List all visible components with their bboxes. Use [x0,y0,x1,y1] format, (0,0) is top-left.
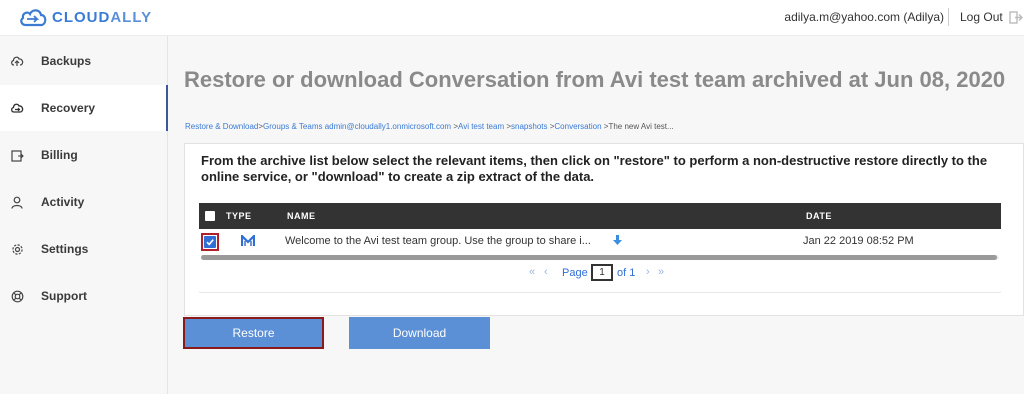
brand-suffix: ALLY [110,8,153,26]
sidebar-item-label: Backups [41,54,92,68]
brand-name: CLOUDALLY [52,9,152,26]
prev-page-icon[interactable]: ‹ [544,266,548,278]
sidebar-item-backups[interactable]: Backups [0,38,168,84]
next-page-icon[interactable]: › [646,266,650,278]
sidebar-item-activity[interactable]: Activity [0,179,168,225]
brand-prefix: CLOUD [52,8,111,26]
download-arrow-icon[interactable] [613,235,622,248]
billing-icon [10,148,24,162]
download-button[interactable]: Download [349,317,490,349]
page-total-label: of 1 [617,267,636,279]
page-number-input[interactable]: 1 [591,264,613,281]
pagination: « ‹ Page 1 of 1 › » [199,263,1001,283]
breadcrumb-item[interactable]: Restore & Download [185,122,258,131]
user-icon [10,195,24,209]
horizontal-scrollbar[interactable] [201,255,999,260]
row-checkbox[interactable] [201,233,219,251]
breadcrumb-item[interactable]: snapshots [511,122,547,131]
row-name[interactable]: Welcome to the Avi test team group. Use … [285,235,625,247]
top-header: CLOUDALLY adilya.m@yahoo.com (Adilya) Lo… [0,0,1024,36]
lifebuoy-icon [10,289,24,303]
breadcrumb: Restore & Download>Groups & Teams admin@… [185,122,674,131]
sidebar-nav: Backups Recovery Billing Activity Settin… [0,36,168,394]
column-header-type[interactable]: TYPE [226,211,252,221]
sidebar-item-label: Support [41,289,87,303]
archive-table: TYPE NAME DATE Welcome to the Avi test t… [199,203,1001,293]
sidebar-item-label: Activity [41,195,85,209]
column-header-name[interactable]: NAME [287,211,316,221]
breadcrumb-separator: > [451,122,459,131]
breadcrumb-separator: > [504,122,512,131]
sidebar-item-label: Settings [41,242,89,256]
sidebar-item-label: Billing [41,148,78,162]
page-title: Restore or download Conversation from Av… [184,67,1006,92]
restore-button[interactable]: Restore [183,317,324,349]
row-date: Jan 22 2019 08:52 PM [803,235,914,247]
cloud-upload-icon [10,54,24,68]
breadcrumb-item[interactable]: Groups & Teams admin@cloudally1.onmicros… [263,122,451,131]
sidebar-item-recovery[interactable]: Recovery [0,85,168,131]
logout-label: Log Out [960,10,1003,24]
outlook-mail-icon [240,233,256,250]
cloud-restore-icon [10,101,24,115]
gear-icon [10,242,24,256]
sidebar-item-support[interactable]: Support [0,273,168,319]
breadcrumb-item[interactable]: Conversation [554,122,601,131]
sidebar-item-label: Recovery [41,101,96,115]
check-icon [206,239,214,246]
table-footer-divider [199,292,1001,293]
sidebar-item-billing[interactable]: Billing [0,132,168,178]
select-all-checkbox[interactable] [205,211,215,221]
sidebar-item-settings[interactable]: Settings [0,226,168,272]
first-page-icon[interactable]: « [529,266,535,278]
header-divider [948,8,949,26]
column-header-date[interactable]: DATE [806,211,832,221]
user-account-label[interactable]: adilya.m@yahoo.com (Adilya) [784,10,944,24]
page-label: Page [562,267,588,279]
archive-panel: From the archive list below select the r… [184,143,1024,316]
logout-button[interactable]: Log Out [960,10,1023,24]
table-row[interactable]: Welcome to the Avi test team group. Use … [199,229,1001,253]
breadcrumb-current: The new Avi test... [608,122,674,131]
instructions-text: From the archive list below select the r… [201,153,988,184]
last-page-icon[interactable]: » [658,266,664,278]
logout-icon [1009,10,1023,24]
breadcrumb-item[interactable]: Avi test team [458,122,504,131]
table-header: TYPE NAME DATE [199,203,1001,229]
checkbox-checked [204,236,216,248]
cloud-logo-icon [20,9,47,27]
scrollbar-thumb[interactable] [201,255,997,260]
cloudally-logo[interactable]: CLOUDALLY [18,6,152,28]
